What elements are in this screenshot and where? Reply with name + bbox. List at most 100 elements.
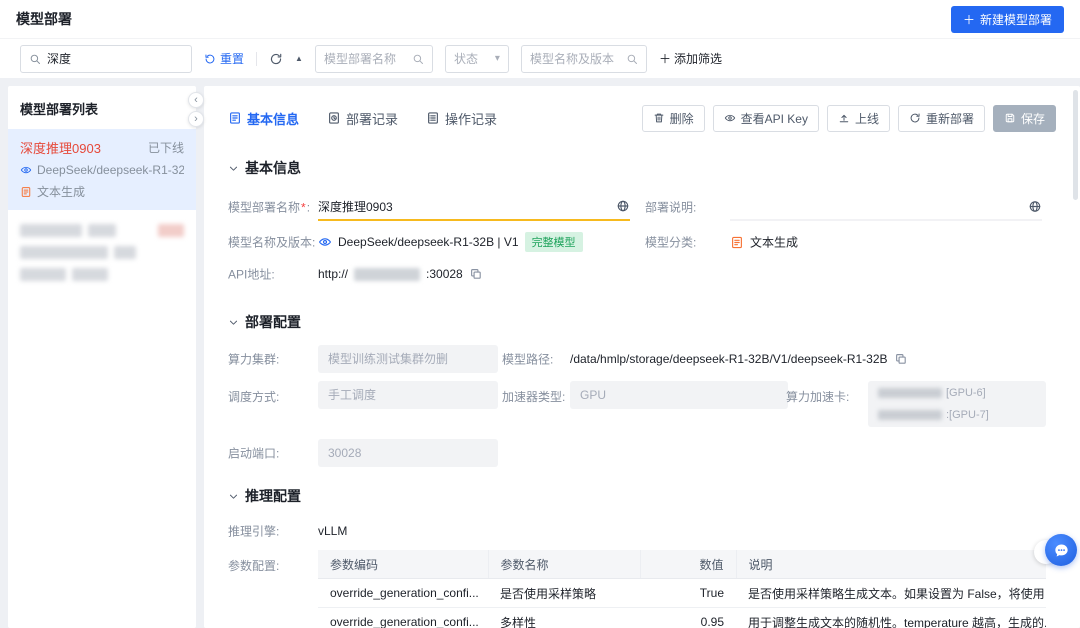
cell-description: 是否使用采样策略生成文本。如果设置为 False，将使用 ... bbox=[736, 579, 1046, 608]
form-row: 参数配置: 参数编码 参数名称 数值 说明 override_generatio… bbox=[228, 550, 1056, 628]
save-button[interactable]: 保存 bbox=[993, 105, 1056, 132]
model-path-label: 模型路径: bbox=[502, 351, 553, 368]
sidebar-expand-button[interactable]: › bbox=[188, 111, 204, 127]
deployment-item-category: 文本生成 bbox=[37, 183, 85, 200]
cell-param-code: override_generation_confi... bbox=[318, 608, 488, 628]
deployment-desc-input[interactable] bbox=[730, 194, 1042, 221]
search-input[interactable]: 深度 bbox=[20, 45, 192, 73]
port-label: 启动端口: bbox=[228, 445, 279, 462]
api-address-value: http:// :30028 bbox=[318, 267, 483, 281]
deployment-name-filter-input[interactable]: 模型部署名称 bbox=[315, 45, 433, 73]
deployment-name-filter-placeholder: 模型部署名称 bbox=[324, 50, 396, 67]
sidebar-collapse-button[interactable]: ‹ bbox=[188, 92, 204, 108]
eye-icon bbox=[724, 112, 736, 124]
save-icon bbox=[1004, 112, 1016, 124]
status-select[interactable]: 状态 ▾ bbox=[445, 45, 509, 73]
deployment-item-model: DeepSeek/deepseek-R1-32... bbox=[37, 163, 184, 177]
add-filter-label: 添加筛选 bbox=[674, 50, 722, 67]
online-button[interactable]: 上线 bbox=[827, 105, 890, 132]
doc-icon bbox=[228, 111, 242, 125]
add-filter-button[interactable]: ＋ 添加筛选 bbox=[659, 50, 722, 67]
detail-panel: 基本信息 部署记录 操作记录 删除 查看API Key bbox=[204, 86, 1080, 628]
redacted-card-name bbox=[878, 388, 942, 398]
form-row: 启动端口: 30028 bbox=[228, 436, 1056, 470]
section-basic-info[interactable]: 基本信息 bbox=[228, 158, 1056, 178]
assistant-chat-button[interactable] bbox=[1045, 534, 1077, 566]
copy-icon[interactable] bbox=[894, 352, 908, 366]
new-deployment-button[interactable]: ＋ 新建模型部署 bbox=[951, 6, 1064, 33]
cluster-input[interactable]: 模型训练测试集群勿删 bbox=[318, 345, 498, 373]
collapse-filters-button[interactable]: ▲ bbox=[295, 54, 303, 63]
deployment-name-input[interactable]: 深度推理0903 bbox=[318, 193, 630, 221]
app-header: 模型部署 ＋ 新建模型部署 bbox=[0, 0, 1080, 38]
search-icon bbox=[29, 53, 41, 65]
chevron-down-icon: ▾ bbox=[495, 53, 500, 64]
col-value: 数值 bbox=[640, 550, 736, 579]
cluster-label: 算力集群: bbox=[228, 351, 279, 368]
refresh-icon bbox=[269, 52, 283, 66]
form-row: API地址: http:// :30028 bbox=[228, 258, 1056, 290]
chat-bubble-icon bbox=[1053, 542, 1070, 559]
form-row: 算力集群: 模型训练测试集群勿删 模型路径: /data/hmlp/storag… bbox=[228, 342, 1056, 376]
redacted-host bbox=[354, 268, 420, 281]
redeploy-button[interactable]: 重新部署 bbox=[898, 105, 985, 132]
reset-icon bbox=[204, 53, 216, 65]
cell-value: True bbox=[640, 579, 736, 608]
cell-description: 用于调整生成文本的随机性。temperature 越高，生成的... bbox=[736, 608, 1046, 628]
section-inference-config[interactable]: 推理配置 bbox=[228, 486, 1056, 506]
col-param-code: 参数编码 bbox=[318, 550, 488, 579]
scrollbar[interactable] bbox=[1073, 90, 1078, 200]
category-icon bbox=[20, 186, 32, 198]
deployment-list-sidebar: ‹ › 模型部署列表 深度推理0903 已下线 DeepSeek/deepsee… bbox=[8, 86, 196, 628]
api-address-label: API地址: bbox=[228, 266, 275, 283]
delete-button[interactable]: 删除 bbox=[642, 105, 705, 132]
tab-operation-records[interactable]: 操作记录 bbox=[426, 109, 497, 128]
accelerator-card-label: 算力加速卡: bbox=[786, 388, 849, 405]
category-value: 文本生成 bbox=[730, 234, 798, 251]
col-description: 说明 bbox=[736, 550, 1046, 579]
deployment-item-name: 深度推理0903 bbox=[20, 138, 101, 157]
page-title: 模型部署 bbox=[16, 9, 72, 29]
model-version-filter-input[interactable]: 模型名称及版本 bbox=[521, 45, 647, 73]
category-label: 模型分类: bbox=[645, 234, 696, 251]
search-icon bbox=[412, 53, 424, 65]
trash-icon bbox=[653, 112, 665, 124]
model-version-label: 模型名称及版本: bbox=[228, 234, 315, 251]
table-row[interactable]: override_generation_confi... 是否使用采样策略 Tr… bbox=[318, 579, 1046, 608]
accelerator-type-input[interactable]: GPU bbox=[570, 381, 788, 409]
deployment-list-item-redacted[interactable] bbox=[8, 210, 196, 295]
form-row: 调度方式: 手工调度 加速器类型: GPU 算力加速卡: [GPU-6] :[G… bbox=[228, 376, 1056, 432]
model-icon bbox=[318, 235, 332, 249]
tab-label: 基本信息 bbox=[247, 109, 299, 128]
form-row: 模型部署名称*: 深度推理0903 部署说明: bbox=[228, 188, 1056, 226]
detail-tabs: 基本信息 部署记录 操作记录 删除 查看API Key bbox=[228, 104, 1056, 132]
view-api-key-button[interactable]: 查看API Key bbox=[713, 105, 819, 132]
required-mark: * bbox=[301, 201, 306, 215]
cell-value: 0.95 bbox=[640, 608, 736, 628]
copy-icon[interactable] bbox=[469, 267, 483, 281]
form-row: 推理引擎: vLLM bbox=[228, 516, 1056, 546]
section-deploy-config[interactable]: 部署配置 bbox=[228, 312, 1056, 332]
globe-icon[interactable] bbox=[1028, 200, 1042, 214]
search-value: 深度 bbox=[47, 50, 71, 67]
globe-icon[interactable] bbox=[616, 199, 630, 213]
chevron-down-icon bbox=[228, 163, 239, 174]
toolbar-divider bbox=[256, 52, 257, 66]
params-table: 参数编码 参数名称 数值 说明 override_generation_conf… bbox=[318, 550, 1046, 628]
accelerator-type-label: 加速器类型: bbox=[502, 388, 565, 405]
tab-basic-info[interactable]: 基本信息 bbox=[228, 109, 299, 128]
reset-button[interactable]: 重置 bbox=[204, 50, 244, 67]
deployment-status-badge: 已下线 bbox=[148, 139, 184, 156]
deployment-list-item[interactable]: 深度推理0903 已下线 DeepSeek/deepseek-R1-32... … bbox=[8, 129, 196, 210]
tab-label: 操作记录 bbox=[445, 109, 497, 128]
port-input[interactable]: 30028 bbox=[318, 439, 498, 467]
engine-label: 推理引擎: bbox=[228, 523, 279, 540]
model-icon bbox=[20, 164, 32, 176]
sidebar-collapse-controls: ‹ › bbox=[188, 92, 204, 127]
tab-deployment-records[interactable]: 部署记录 bbox=[327, 109, 398, 128]
table-row[interactable]: override_generation_confi... 多样性 0.95 用于… bbox=[318, 608, 1046, 628]
schedule-input[interactable]: 手工调度 bbox=[318, 381, 498, 409]
refresh-button[interactable] bbox=[269, 52, 283, 66]
model-path-value: /data/hmlp/storage/deepseek-R1-32B/V1/de… bbox=[570, 352, 908, 366]
action-buttons: 删除 查看API Key 上线 重新部署 保存 bbox=[642, 105, 1056, 132]
